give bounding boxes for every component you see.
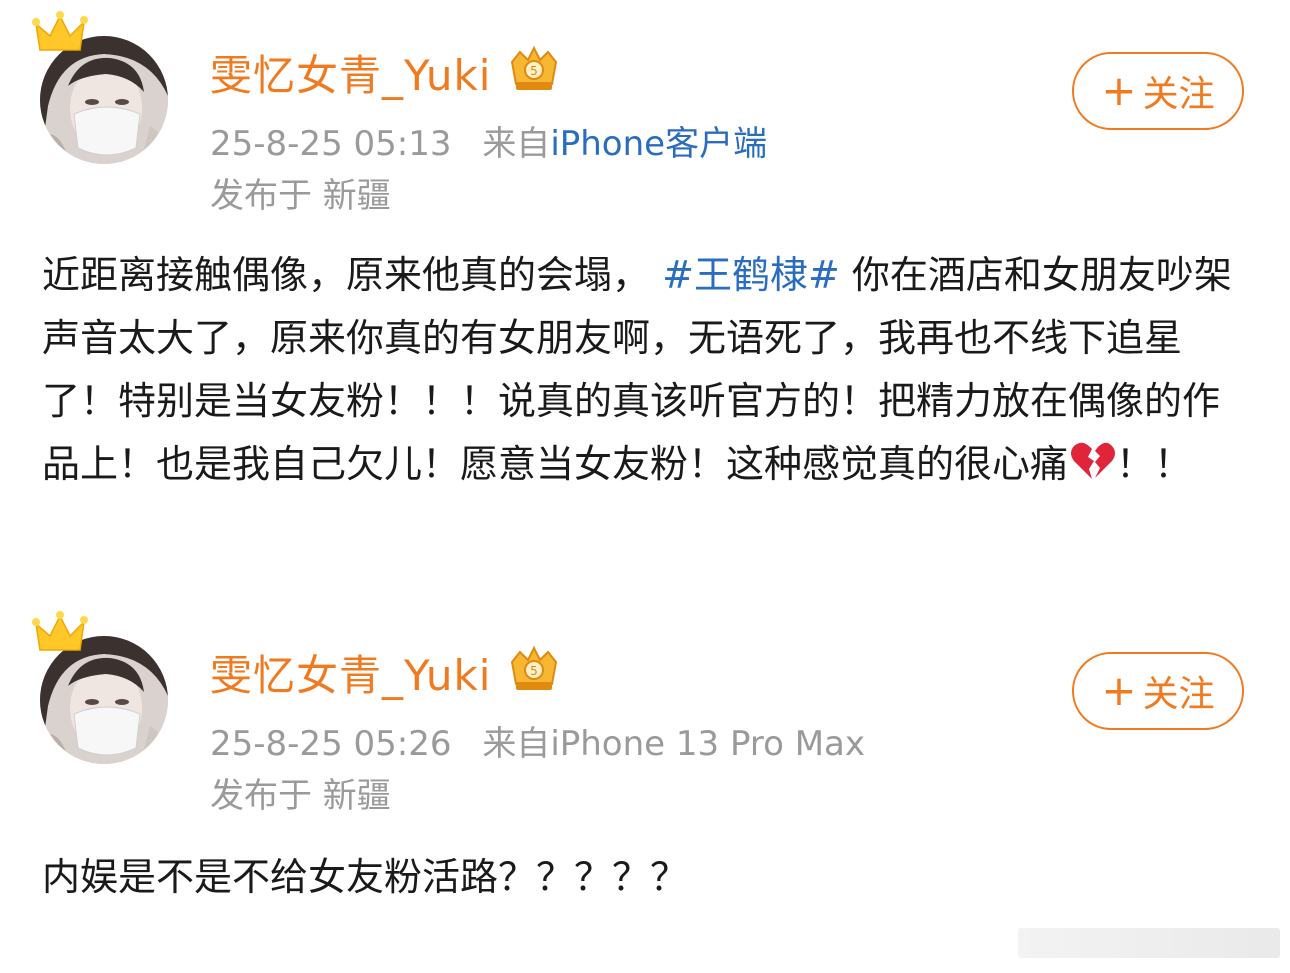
avatar-container[interactable] bbox=[32, 611, 168, 764]
follow-button[interactable]: + 关注 bbox=[1072, 52, 1244, 130]
vip-crown-badge-icon[interactable]: 5 bbox=[506, 44, 562, 96]
content-tail: ！！ bbox=[1116, 442, 1193, 486]
post-location: 发布于 新疆 bbox=[210, 176, 391, 216]
plus-icon: + bbox=[1101, 66, 1137, 115]
username[interactable]: 雯忆女青_Yuki bbox=[210, 642, 491, 703]
avatar-container[interactable] bbox=[32, 11, 168, 164]
crown-icon bbox=[32, 11, 88, 51]
weibo-post: 雯忆女青_Yuki 5 25-8-25 05:26 来自iPhone 13 Pr… bbox=[0, 600, 1290, 930]
follow-label: 关注 bbox=[1142, 74, 1215, 115]
plus-icon: + bbox=[1101, 666, 1137, 715]
post-content: 近距离接触偶像，原来他真的会塌， #王鹤棣# 你在酒店和女朋友吵架声音太大了，原… bbox=[42, 244, 1252, 496]
post-meta: 25-8-25 05:26 来自iPhone 13 Pro Max bbox=[210, 716, 865, 765]
svg-text:5: 5 bbox=[530, 64, 538, 78]
post-location: 发布于 新疆 bbox=[210, 776, 391, 816]
source-link[interactable]: iPhone客户端 bbox=[550, 124, 767, 164]
content-text: 近距离接触偶像，原来他真的会塌， bbox=[42, 253, 651, 297]
watermark-strip bbox=[1018, 928, 1280, 958]
follow-button[interactable]: + 关注 bbox=[1072, 652, 1244, 730]
source-prefix: 来自 bbox=[482, 724, 551, 764]
post-content: 内娱是不是不给女友粉活路？？？？？ bbox=[42, 855, 689, 899]
hashtag-link[interactable]: #王鹤棣# bbox=[662, 253, 840, 297]
source-text: iPhone 13 Pro Max bbox=[550, 724, 865, 764]
svg-text:5: 5 bbox=[530, 664, 538, 678]
vip-crown-badge-icon[interactable]: 5 bbox=[506, 644, 562, 696]
post-time: 25-8-25 05:26 bbox=[210, 724, 452, 764]
post-meta: 25-8-25 05:13 来自iPhone客户端 bbox=[210, 116, 767, 165]
follow-label: 关注 bbox=[1142, 674, 1215, 715]
username[interactable]: 雯忆女青_Yuki bbox=[210, 42, 491, 103]
weibo-post: 雯忆女青_Yuki 5 25-8-25 05:13 来自iPhone客户端 发布… bbox=[0, 0, 1290, 580]
broken-heart-icon bbox=[1071, 442, 1116, 479]
post-time: 25-8-25 05:13 bbox=[210, 124, 452, 164]
source-prefix: 来自 bbox=[482, 124, 551, 164]
crown-icon bbox=[32, 611, 88, 651]
